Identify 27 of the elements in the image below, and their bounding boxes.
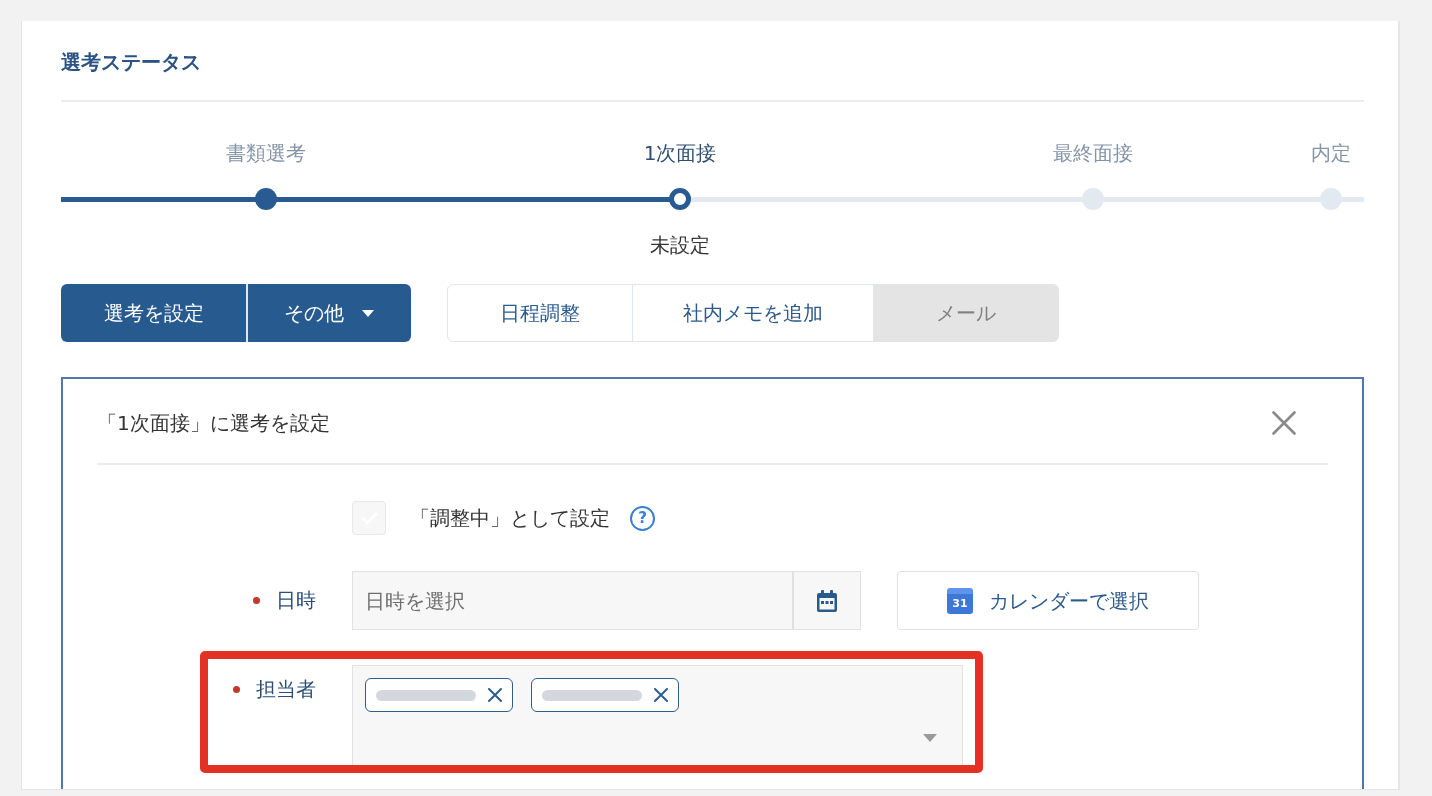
step-status: 未設定 — [650, 232, 710, 258]
calendar-select-button[interactable]: 31 カレンダーで選択 — [897, 571, 1199, 630]
caret-icon — [923, 734, 937, 742]
step-label: 内定 — [1310, 140, 1351, 166]
step-label: 1次面接 — [643, 140, 717, 166]
close-icon — [1272, 411, 1296, 435]
calendar-icon — [817, 589, 837, 612]
date-field[interactable]: 日時を選択 — [352, 571, 792, 630]
field-label: 日時 — [276, 587, 316, 614]
action-button[interactable]: 社内メモを追加 — [632, 284, 874, 342]
calendar-date-icon: 31 — [947, 587, 973, 614]
action-button[interactable]: 日程調整 — [447, 284, 633, 342]
date-picker-button[interactable] — [792, 571, 861, 630]
checkbox-label: 「調整中」として設定 — [410, 505, 610, 532]
step-label: 最終面接 — [1053, 140, 1133, 166]
close-button[interactable] — [1272, 411, 1296, 435]
remove-icon[interactable] — [488, 688, 502, 702]
section-title: 選考ステータス — [61, 49, 201, 76]
caret-icon — [362, 309, 374, 317]
field-label: 担当者 — [256, 676, 316, 703]
assignee-tag[interactable] — [365, 678, 513, 712]
set-selection-button[interactable]: 選考を設定 — [61, 284, 247, 342]
assignee-tag[interactable] — [531, 678, 679, 712]
panel-title: 「1次面接」に選考を設定 — [97, 410, 330, 437]
remove-icon[interactable] — [654, 688, 668, 702]
more-dropdown-button[interactable]: その他 — [246, 284, 411, 342]
step-label: 書類選考 — [226, 140, 306, 166]
